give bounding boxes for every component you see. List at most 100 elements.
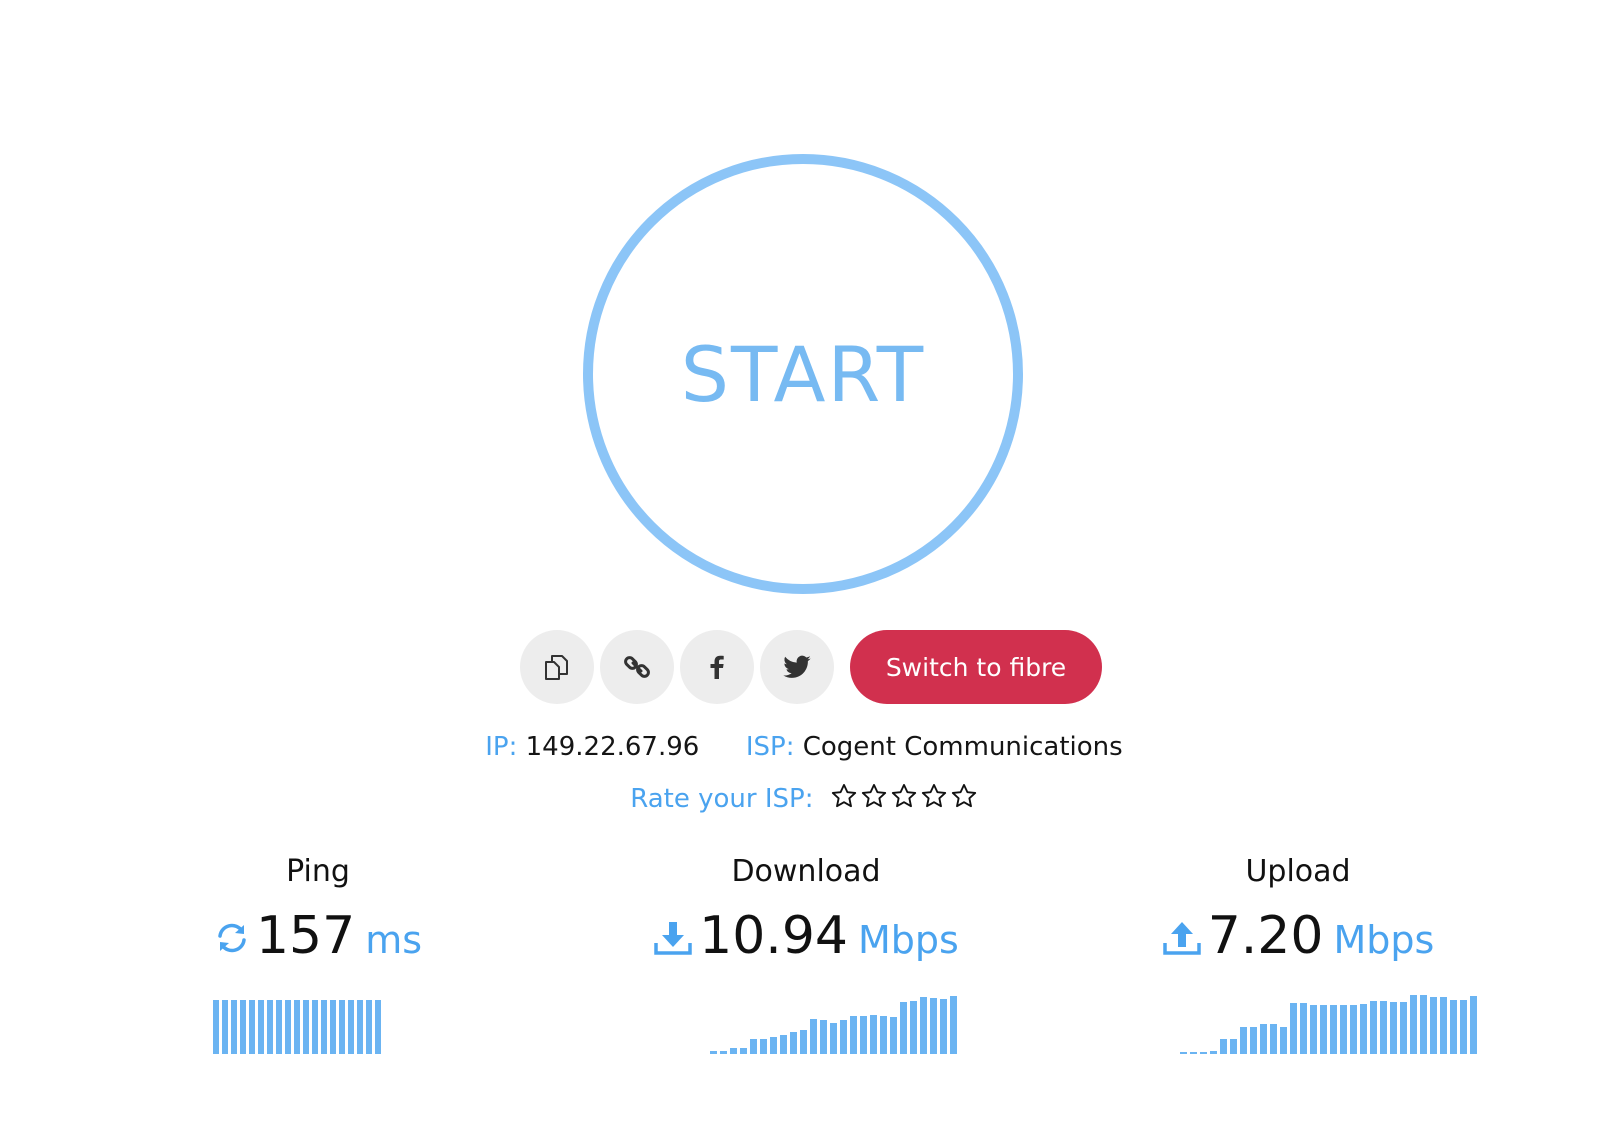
history-bar (294, 1000, 300, 1054)
history-bar (850, 1016, 857, 1054)
facebook-share-button[interactable] (680, 630, 754, 704)
history-bar (240, 1000, 246, 1054)
history-bar (1360, 1004, 1367, 1054)
history-bar (800, 1030, 807, 1054)
history-bar (950, 996, 957, 1054)
connection-info: IP: 149.22.67.96 ISP: Cogent Communicati… (0, 732, 1608, 762)
history-bar (357, 1000, 363, 1054)
history-bar (1280, 1027, 1287, 1054)
history-bar (258, 1000, 264, 1054)
history-bar (321, 1000, 327, 1054)
history-bar (710, 1051, 717, 1054)
history-bar (720, 1051, 727, 1054)
history-bar (1460, 1000, 1467, 1054)
isp-value: Cogent Communications (802, 732, 1123, 762)
ping-unit: ms (365, 918, 423, 962)
history-bar (231, 1000, 237, 1054)
link-icon (622, 652, 652, 682)
history-bar (1330, 1005, 1337, 1054)
share-action-row: Switch to fibre (520, 630, 1102, 704)
star-icon[interactable] (920, 782, 948, 817)
history-bar (1450, 1000, 1457, 1054)
history-bar (213, 1000, 219, 1054)
upload-metric: Upload 7.20 Mbps (1078, 852, 1518, 966)
history-bar (1190, 1052, 1197, 1054)
ping-title: Ping (286, 854, 350, 889)
facebook-icon (702, 652, 732, 682)
twitter-share-button[interactable] (760, 630, 834, 704)
isp-label: ISP: (745, 732, 795, 762)
history-bar (1290, 1003, 1297, 1054)
isp-rating: Rate your ISP: (0, 782, 1608, 817)
ping-history-chart (213, 994, 384, 1054)
history-bar (312, 1000, 318, 1054)
history-bar (1260, 1024, 1267, 1054)
history-bar (880, 1016, 887, 1054)
copy-link-button[interactable] (600, 630, 674, 704)
history-bar (910, 1001, 917, 1054)
history-bar (820, 1020, 827, 1054)
ping-value: 157 (255, 906, 356, 966)
ping-metric: Ping 157 ms (98, 852, 538, 966)
history-bar (276, 1000, 282, 1054)
download-title: Download (731, 854, 881, 889)
rating-label: Rate your ISP: (630, 784, 814, 814)
history-bar (790, 1032, 797, 1054)
twitter-icon (782, 652, 812, 682)
history-bar (1390, 1002, 1397, 1054)
start-button[interactable]: START (583, 154, 1023, 594)
star-icon[interactable] (830, 782, 858, 817)
history-bar (267, 1000, 273, 1054)
history-bar (1420, 995, 1427, 1054)
history-bar (870, 1015, 877, 1054)
refresh-icon (214, 920, 250, 960)
history-bar (760, 1039, 767, 1054)
history-bar (1470, 996, 1477, 1054)
history-bar (375, 1000, 381, 1054)
download-value: 10.94 (699, 906, 849, 966)
history-bar (1250, 1027, 1257, 1054)
history-bar (1320, 1005, 1327, 1054)
history-bar (1410, 995, 1417, 1054)
history-bar (222, 1000, 228, 1054)
history-bar (900, 1002, 907, 1054)
history-bar (1350, 1005, 1357, 1054)
upload-unit: Mbps (1333, 918, 1435, 962)
ip-value: 149.22.67.96 (525, 732, 700, 762)
history-bar (1440, 997, 1447, 1054)
history-bar (810, 1019, 817, 1054)
history-bar (930, 998, 937, 1054)
history-bar (1430, 997, 1437, 1054)
history-bar (890, 1017, 897, 1054)
history-bar (1370, 1001, 1377, 1054)
copy-button[interactable] (520, 630, 594, 704)
history-bar (303, 1000, 309, 1054)
copy-icon (542, 652, 572, 682)
history-bar (1340, 1005, 1347, 1054)
history-bar (780, 1035, 787, 1054)
history-bar (1230, 1039, 1237, 1054)
history-bar (1310, 1005, 1317, 1054)
history-bar (348, 1000, 354, 1054)
upload-history-chart (1180, 994, 1480, 1054)
star-icon[interactable] (890, 782, 918, 817)
history-bar (249, 1000, 255, 1054)
start-label: START (680, 329, 926, 419)
history-bar (920, 997, 927, 1054)
download-metric: Download 10.94 Mbps (586, 852, 1026, 966)
history-bar (1380, 1001, 1387, 1054)
history-bar (1220, 1039, 1227, 1054)
history-bar (330, 1000, 336, 1054)
history-bar (730, 1048, 737, 1054)
star-icon[interactable] (860, 782, 888, 817)
history-bar (940, 999, 947, 1054)
switch-to-fibre-button[interactable]: Switch to fibre (850, 630, 1102, 704)
history-bar (840, 1020, 847, 1054)
ip-label: IP: (485, 732, 518, 762)
history-bar (1400, 1002, 1407, 1054)
history-bar (1240, 1027, 1247, 1054)
star-icon[interactable] (950, 782, 978, 817)
download-icon (653, 919, 693, 961)
history-bar (339, 1000, 345, 1054)
download-unit: Mbps (858, 918, 959, 962)
